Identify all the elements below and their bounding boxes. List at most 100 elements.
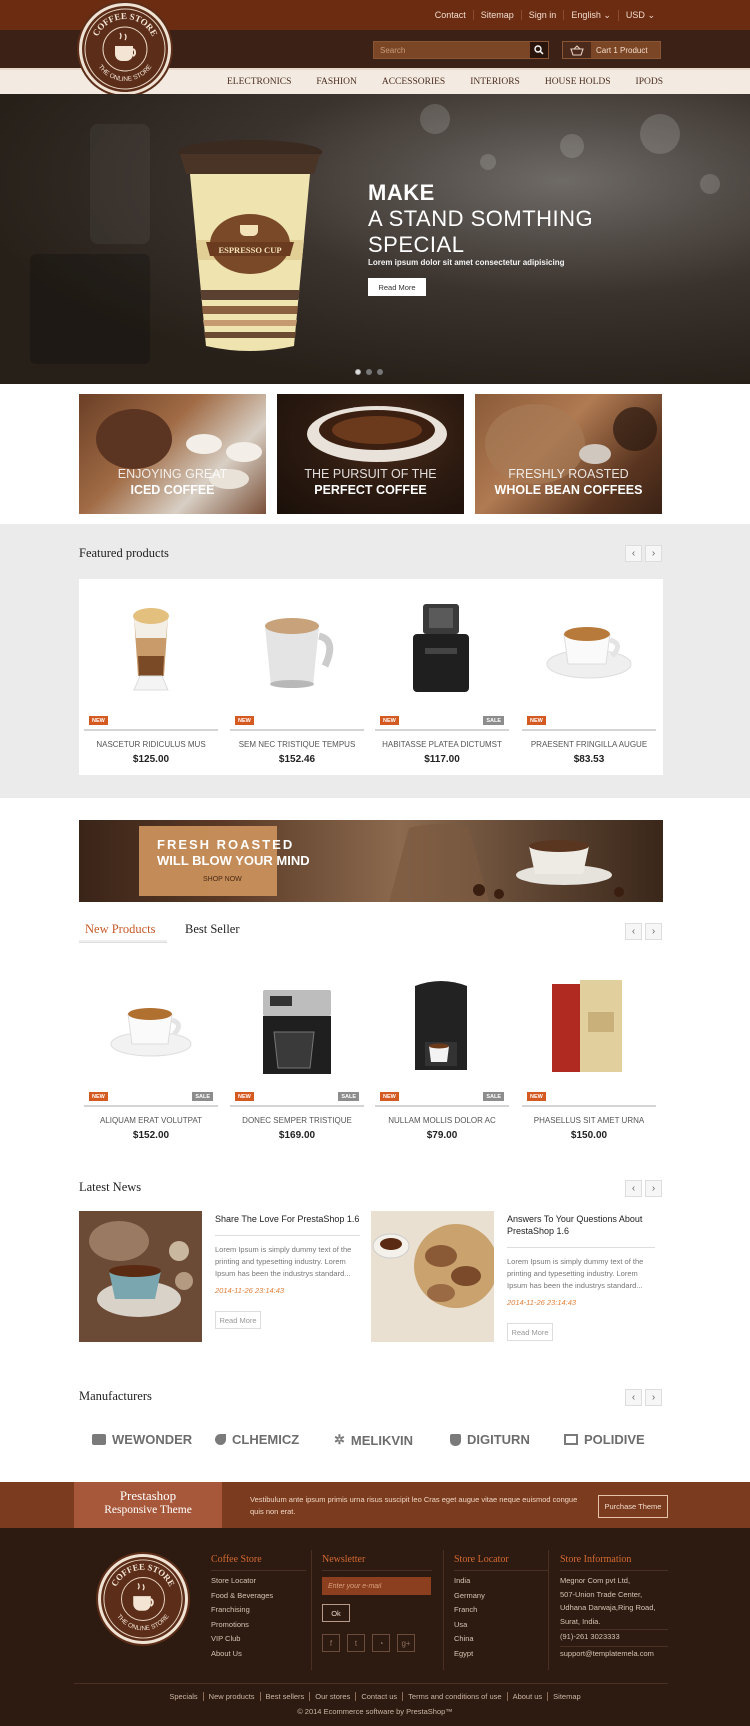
footer-link[interactable]: Franchising	[211, 1603, 273, 1618]
rss-icon[interactable]: ◔	[372, 1634, 390, 1652]
manufacturer-melikvin[interactable]: ✲ MELIKVIN	[334, 1432, 413, 1448]
manufacturer-wewonder[interactable]: WEWONDER	[92, 1432, 192, 1447]
new-badge: NEW	[380, 716, 399, 725]
footer-link-terms[interactable]: Terms and conditions of use	[403, 1692, 508, 1701]
bag-icon	[450, 1433, 461, 1446]
footer-link[interactable]: Promotions	[211, 1618, 273, 1633]
new-products-arrows: ‹ ›	[625, 923, 662, 940]
sitemap-link[interactable]: Sitemap	[474, 10, 522, 20]
product-name[interactable]: NULLAM MOLLIS DOLOR AC	[375, 1116, 509, 1125]
promo-line-2: WHOLE BEAN COFFEES	[494, 483, 643, 497]
chevron-left-icon[interactable]: ‹	[625, 1389, 642, 1406]
footer-link[interactable]: VIP Club	[211, 1632, 273, 1647]
hero-line-1: MAKE	[368, 180, 435, 205]
tab-best-seller[interactable]: Best Seller	[185, 922, 240, 937]
promo-whole-bean[interactable]: FRESHLY ROASTED WHOLE BEAN COFFEES	[475, 394, 662, 514]
footer-link-our-stores[interactable]: Our stores	[310, 1692, 357, 1701]
slider-dot[interactable]	[377, 369, 383, 375]
currency-select[interactable]: USD ⌄	[619, 10, 662, 21]
news-image-tea[interactable]	[79, 1211, 202, 1342]
footer-link-new-products[interactable]: New products	[203, 1692, 261, 1701]
nav-fashion[interactable]: FASHION	[316, 77, 356, 87]
footer-link-sitemap[interactable]: Sitemap	[548, 1692, 586, 1701]
nav-interiors[interactable]: INTERIORS	[470, 77, 520, 87]
product-name[interactable]: SEM NEC TRISTIQUE TEMPUS	[230, 740, 364, 749]
news-title[interactable]: Answers To Your Questions About PrestaSh…	[507, 1213, 657, 1237]
hero-read-more-button[interactable]: Read More	[368, 278, 426, 296]
search-button[interactable]	[530, 42, 548, 58]
footer-logo[interactable]: COFFEE STORE THE ONLINE STORE	[98, 1554, 188, 1644]
footer-link[interactable]: Germany	[454, 1589, 485, 1604]
manufacturer-name: CLHEMICZ	[232, 1432, 300, 1447]
news-image-macarons[interactable]	[371, 1211, 494, 1342]
fresh-roasted-banner[interactable]: FRESH ROASTED WILL BLOW YOUR MIND SHOP N…	[79, 820, 663, 902]
product-name[interactable]: HABITASSE PLATEA DICTUMST	[375, 740, 509, 749]
twitter-icon[interactable]: t	[347, 1634, 365, 1652]
footer-link[interactable]: India	[454, 1574, 485, 1589]
nav-electronics[interactable]: ELECTRONICS	[227, 77, 291, 87]
footer-address: Megnor Com pvt Ltd, 507-Union Trade Cent…	[560, 1574, 655, 1628]
product-name[interactable]: DONEC SEMPER TRISTIQUE	[230, 1116, 364, 1125]
purchase-theme-button[interactable]: Purchase Theme	[598, 1495, 668, 1518]
slider-dot[interactable]	[355, 369, 361, 375]
footer-link[interactable]: Store Locator	[211, 1574, 273, 1589]
footer-bottom-links: Specials New products Best sellers Our stor…	[0, 1692, 750, 1701]
news-read-more-button[interactable]: Read More	[507, 1323, 553, 1341]
chevron-right-icon[interactable]: ›	[645, 1180, 662, 1197]
address-line: 507-Union Trade Center,	[560, 1589, 643, 1599]
footer-link[interactable]: Franch	[454, 1603, 485, 1618]
facebook-icon[interactable]: f	[322, 1634, 340, 1652]
leaf-icon	[215, 1434, 226, 1445]
shop-now-link[interactable]: SHOP NOW	[203, 876, 242, 883]
product-name[interactable]: NASCETUR RIDICULUS MUS	[84, 740, 218, 749]
store-logo[interactable]: COFFEE STORE THE ONLINE STORE	[79, 3, 171, 95]
footer-link[interactable]: Egypt	[454, 1647, 485, 1662]
language-select[interactable]: English ⌄	[564, 9, 619, 21]
search-box	[373, 41, 549, 59]
hero-line-3: SPECIAL	[368, 232, 465, 257]
logo-bottom-text: THE ONLINE STORE	[115, 1613, 170, 1632]
banner-line-1: FRESH ROASTED	[157, 837, 295, 852]
promo-perfect-coffee[interactable]: THE PURSUIT OF THE PERFECT COFFEE	[277, 394, 464, 514]
chevron-left-icon[interactable]: ‹	[625, 923, 642, 940]
footer-link-best-sellers[interactable]: Best sellers	[260, 1692, 311, 1701]
manufacturer-clhemicz[interactable]: CLHEMICZ	[215, 1432, 299, 1447]
footer-link-about[interactable]: About us	[507, 1692, 549, 1701]
footer-link[interactable]: Food & Beverages	[211, 1589, 273, 1604]
divider	[211, 1570, 306, 1571]
product-name[interactable]: PRAESENT FRINGILLA AUGUE	[522, 740, 656, 749]
divider	[522, 729, 656, 731]
slider-dot[interactable]	[366, 369, 372, 375]
nav-accessories[interactable]: ACCESSORIES	[382, 77, 445, 87]
tab-new-products[interactable]: New Products	[85, 922, 155, 937]
manufacturer-polidive[interactable]: POLIDIVE	[564, 1432, 645, 1447]
product-name[interactable]: ALIQUAM ERAT VOLUTPAT	[84, 1116, 218, 1125]
footer-link-specials[interactable]: Specials	[164, 1692, 204, 1701]
footer-link[interactable]: Usa	[454, 1618, 485, 1633]
sign-in-link[interactable]: Sign in	[522, 10, 565, 20]
nav-ipods[interactable]: IPODS	[636, 77, 663, 87]
google-plus-icon[interactable]: g+	[397, 1634, 415, 1652]
product-name[interactable]: PHASELLUS SIT AMET URNA	[522, 1116, 656, 1125]
newsletter-ok-button[interactable]: Ok	[322, 1604, 350, 1622]
chevron-left-icon[interactable]: ‹	[625, 1180, 642, 1197]
footer-link-contact[interactable]: Contact us	[356, 1692, 404, 1701]
cart-button[interactable]: Cart 1 Product	[562, 41, 661, 59]
manufacturer-digiturn[interactable]: DIGITURN	[450, 1432, 530, 1447]
mug-image	[265, 618, 334, 688]
footer-link[interactable]: China	[454, 1632, 485, 1647]
news-title[interactable]: Share The Love For PrestaShop 1.6	[215, 1213, 360, 1225]
chevron-left-icon[interactable]: ‹	[625, 545, 642, 562]
footer-link[interactable]: About Us	[211, 1647, 273, 1662]
newsletter-email-input[interactable]	[322, 1577, 431, 1595]
contact-link[interactable]: Contact	[428, 10, 474, 20]
chevron-right-icon[interactable]: ›	[645, 1389, 662, 1406]
search-input[interactable]	[374, 42, 530, 58]
promo-iced-coffee[interactable]: ENJOYING GREAT ICED COFFEE	[79, 394, 266, 514]
chevron-right-icon[interactable]: ›	[645, 545, 662, 562]
news-read-more-button[interactable]: Read More	[215, 1311, 261, 1329]
footer-email[interactable]: support@templatemela.com	[560, 1647, 654, 1662]
divider	[74, 1683, 668, 1684]
chevron-right-icon[interactable]: ›	[645, 923, 662, 940]
nav-house-holds[interactable]: HOUSE HOLDS	[545, 77, 611, 87]
